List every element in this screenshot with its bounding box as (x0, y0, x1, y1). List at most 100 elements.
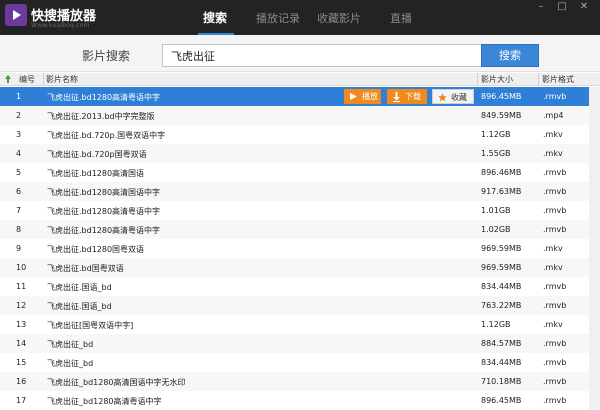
row-title: 飞虎出征.国语_bd (47, 283, 112, 292)
row-title: 飞虎出征.bd.720p.国粤双语中字 (47, 131, 166, 140)
tab-live[interactable]: 直播 (390, 10, 412, 26)
row-format: .mkv (543, 320, 563, 329)
header-num[interactable]: 编号 (19, 74, 35, 85)
table-header: 编号 影片名称 影片大小 影片格式 (0, 73, 600, 86)
row-title: 飞虎出征_bd (47, 359, 94, 368)
tab-play-history[interactable]: 播放记录 (256, 10, 300, 26)
row-title: 飞虎出征_bd1280高清国语中字无水印 (47, 378, 186, 387)
play-button[interactable]: 播放 (344, 89, 381, 104)
tab-favorites[interactable]: 收藏影片 (317, 10, 361, 26)
header-name[interactable]: 影片名称 (46, 74, 78, 85)
table-row[interactable]: 4 飞虎出征.bd.720p国粤双语 1.55GB .mkv (0, 144, 600, 163)
table-row[interactable]: 1 飞虎出征.bd1280高清粤语中字 896.45MB .rmvb 播放 下载 收藏 (0, 87, 600, 106)
row-size: 969.59MB (481, 263, 522, 272)
row-format: .rmvb (543, 206, 567, 215)
table-row[interactable]: 13 飞虎出征[国粤双语中字] 1.12GB .mkv (0, 315, 600, 334)
row-title: 飞虎出征.bd国粤双语 (47, 264, 124, 273)
row-format: .mp4 (543, 111, 564, 120)
row-number: 6 (16, 187, 22, 196)
row-format: .rmvb (543, 377, 567, 386)
row-title: 飞虎出征_bd1280高清粤语中字 (47, 397, 162, 406)
row-number: 3 (16, 130, 22, 139)
row-size: 969.59MB (481, 244, 522, 253)
table-row[interactable]: 7 飞虎出征.bd1280高清粤语中字 1.01GB .rmvb (0, 201, 600, 220)
row-size: 884.57MB (481, 339, 522, 348)
table-row[interactable]: 14 飞虎出征_bd 884.57MB .rmvb (0, 334, 600, 353)
row-number: 1 (16, 92, 22, 101)
row-number: 4 (16, 149, 22, 158)
row-number: 8 (16, 225, 22, 234)
row-title: 飞虎出征_bd (47, 340, 94, 349)
title-bar: 快搜播放器 Www.kuaiboq.com 搜索 播放记录 收藏影片 直播 – … (0, 0, 600, 35)
search-bar: 影片搜索 搜索 (0, 35, 600, 72)
row-number: 17 (16, 396, 27, 405)
row-size: 710.18MB (481, 377, 522, 386)
app-subtitle: Www.kuaiboq.com (31, 22, 90, 29)
table-row[interactable]: 5 飞虎出征.bd1280高清国语 896.46MB .rmvb (0, 163, 600, 182)
row-format: .rmvb (543, 168, 567, 177)
row-number: 9 (16, 244, 22, 253)
row-number: 15 (16, 358, 27, 367)
table-row[interactable]: 15 飞虎出征_bd 834.44MB .rmvb (0, 353, 600, 372)
row-size: 896.45MB (481, 92, 522, 101)
row-size: 763.22MB (481, 301, 522, 310)
search-input[interactable] (162, 44, 482, 67)
row-title: 飞虎出征.bd1280高清国语 (47, 169, 145, 178)
download-button[interactable]: 下载 (387, 89, 427, 104)
row-size: 1.02GB (481, 225, 511, 234)
header-size[interactable]: 影片大小 (481, 74, 513, 85)
table-row[interactable]: 11 飞虎出征.国语_bd 834.44MB .rmvb (0, 277, 600, 296)
row-format: .rmvb (543, 187, 567, 196)
sort-arrow-icon[interactable] (5, 75, 11, 83)
row-number: 10 (16, 263, 27, 272)
table-row[interactable]: 8 飞虎出征.bd1280高清粤语中字 1.02GB .rmvb (0, 220, 600, 239)
row-number: 13 (16, 320, 27, 329)
row-size: 917.63MB (481, 187, 522, 196)
tab-search[interactable]: 搜索 (203, 9, 227, 26)
row-title: 飞虎出征[国粤双语中字] (47, 321, 134, 330)
row-title: 飞虎出征.bd1280高清粤语中字 (47, 226, 161, 235)
row-format: .rmvb (543, 396, 567, 405)
app-logo-icon (5, 4, 27, 26)
play-button-label: 播放 (362, 92, 378, 101)
table-row[interactable]: 3 飞虎出征.bd.720p.国粤双语中字 1.12GB .mkv (0, 125, 600, 144)
table-row[interactable]: 2 飞虎出征.2013.bd中字完整版 849.59MB .mp4 (0, 106, 600, 125)
row-number: 12 (16, 301, 27, 310)
row-format: .rmvb (543, 339, 567, 348)
row-size: 1.01GB (481, 206, 511, 215)
row-number: 11 (16, 282, 27, 291)
row-size: 1.12GB (481, 130, 511, 139)
row-title: 飞虎出征.bd1280高清粤语中字 (47, 93, 161, 102)
maximize-button[interactable]: □ (553, 0, 571, 14)
favorite-button[interactable]: 收藏 (432, 89, 474, 104)
table-row[interactable]: 12 飞虎出征.国语_bd 763.22MB .rmvb (0, 296, 600, 315)
minimize-button[interactable]: – (532, 0, 550, 14)
row-size: 834.44MB (481, 282, 522, 291)
row-number: 16 (16, 377, 27, 386)
scrollbar[interactable] (589, 87, 600, 410)
row-title: 飞虎出征.国语_bd (47, 302, 112, 311)
close-button[interactable]: ✕ (575, 0, 593, 14)
header-format[interactable]: 影片格式 (542, 74, 574, 85)
search-button[interactable]: 搜索 (481, 44, 539, 67)
table-row[interactable]: 17 飞虎出征_bd1280高清粤语中字 896.45MB .rmvb (0, 391, 600, 410)
row-title: 飞虎出征.bd1280高清粤语中字 (47, 207, 161, 216)
row-size: 1.12GB (481, 320, 511, 329)
row-number: 5 (16, 168, 22, 177)
header-divider (43, 73, 44, 86)
row-format: .rmvb (543, 301, 567, 310)
table-row[interactable]: 10 飞虎出征.bd国粤双语 969.59MB .mkv (0, 258, 600, 277)
row-format: .mkv (543, 244, 563, 253)
row-format: .mkv (543, 130, 563, 139)
row-size: 834.44MB (481, 358, 522, 367)
row-format: .mkv (543, 263, 563, 272)
row-format: .rmvb (543, 225, 567, 234)
favorite-button-label: 收藏 (451, 93, 467, 102)
search-label: 影片搜索 (82, 49, 131, 63)
row-format: .mkv (543, 149, 563, 158)
row-title: 飞虎出征.2013.bd中字完整版 (47, 112, 155, 121)
table-row[interactable]: 16 飞虎出征_bd1280高清国语中字无水印 710.18MB .rmvb (0, 372, 600, 391)
header-divider (538, 73, 539, 86)
table-row[interactable]: 6 飞虎出征.bd1280高清国语中字 917.63MB .rmvb (0, 182, 600, 201)
table-row[interactable]: 9 飞虎出征.bd1280国粤双语 969.59MB .mkv (0, 239, 600, 258)
